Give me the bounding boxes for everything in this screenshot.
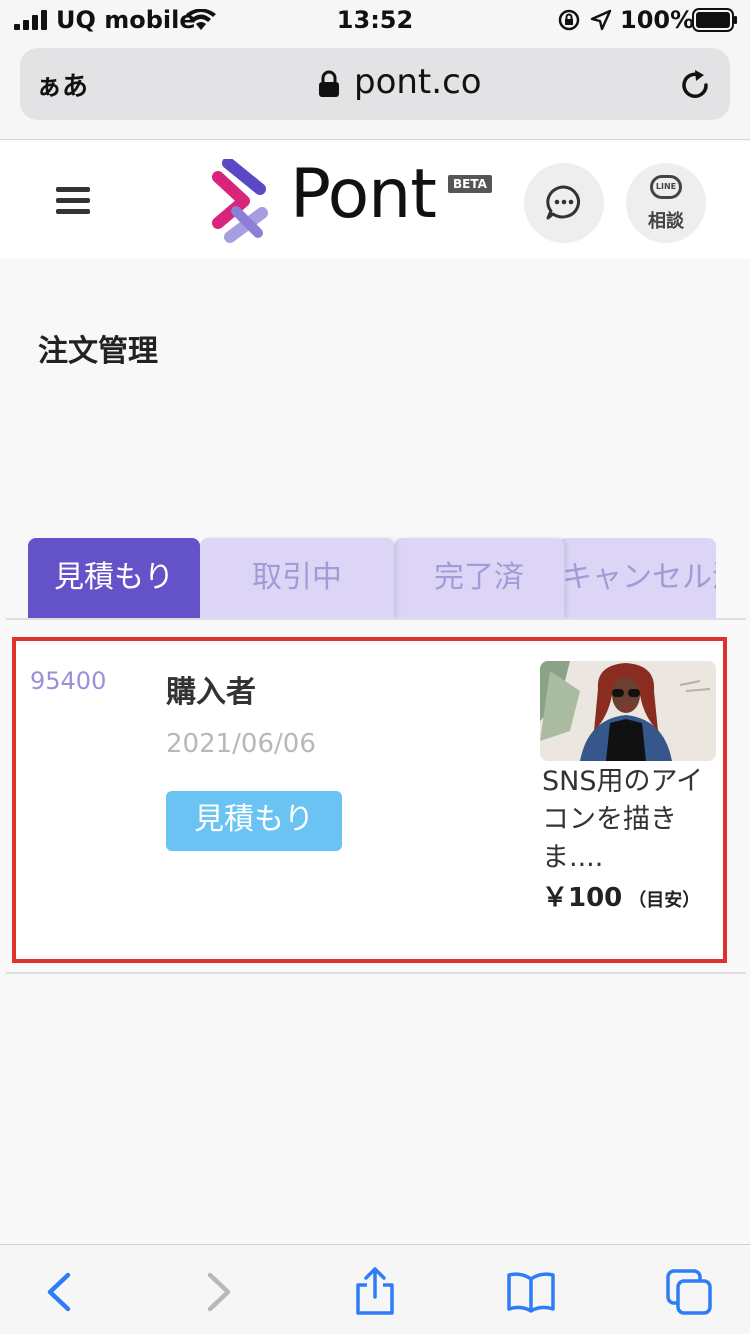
hamburger-menu-icon[interactable] [56,187,90,215]
buyer-label: 購入者 [166,675,256,710]
price-value: ￥100 [542,883,623,913]
browser-address-area: ぁあ pont.co [0,40,750,140]
reader-options-button[interactable]: ぁあ [36,66,88,103]
share-icon[interactable] [350,1267,400,1317]
browser-toolbar [0,1244,750,1334]
line-consult-label: 相談 [648,211,684,232]
illustration-image [540,661,716,761]
location-arrow-icon [590,9,612,31]
order-row[interactable]: 95400 購入者 2021/06/06 見積もり SNS用のアイコンを描きま.… [12,637,727,963]
battery-icon [692,8,737,32]
product-thumbnail[interactable] [540,661,716,761]
line-bubble-icon: LINE [650,175,682,199]
beta-badge: BETA [448,175,492,193]
back-icon[interactable] [36,1267,86,1317]
forward-icon[interactable] [192,1267,242,1317]
chat-bubble-icon [546,185,580,220]
tabs-icon[interactable] [664,1267,714,1317]
bookmarks-icon[interactable] [506,1267,556,1317]
line-consult-button[interactable]: LINE 相談 [626,163,706,243]
status-bar: UQ mobile 13:52 100% [0,0,750,40]
lock-icon [319,70,339,97]
url-text[interactable]: pont.co [354,62,482,102]
battery-percent: 100% [620,6,695,34]
tab-cancelled[interactable]: キャンセル済 [558,538,716,618]
tab-in-progress[interactable]: 取引中 [200,538,394,618]
address-bar[interactable]: ぁあ pont.co [20,48,730,120]
orientation-lock-icon [558,9,580,31]
pont-logo-text[interactable]: Pont [290,155,437,234]
row-divider [6,972,746,974]
reload-icon[interactable] [678,68,712,102]
pont-logo-icon[interactable] [210,159,272,243]
product-title[interactable]: SNS用のアイコンを描きま.... [542,763,718,877]
price-note: （目安） [628,890,701,911]
tabs-divider [6,618,746,620]
order-id: 95400 [30,667,107,695]
order-date: 2021/06/06 [166,729,316,759]
site-header: Pont BETA LINE 相談 [0,141,750,259]
chat-button[interactable] [524,163,604,243]
product-price: ￥100 （目安） [542,877,700,914]
tab-estimate[interactable]: 見積もり [28,538,200,618]
status-badge: 見積もり [166,791,342,851]
order-status-tabs: キャンセル済 完了済 取引中 見積もり [28,538,716,618]
tab-completed[interactable]: 完了済 [394,538,564,618]
page-title: 注文管理 [38,334,158,369]
